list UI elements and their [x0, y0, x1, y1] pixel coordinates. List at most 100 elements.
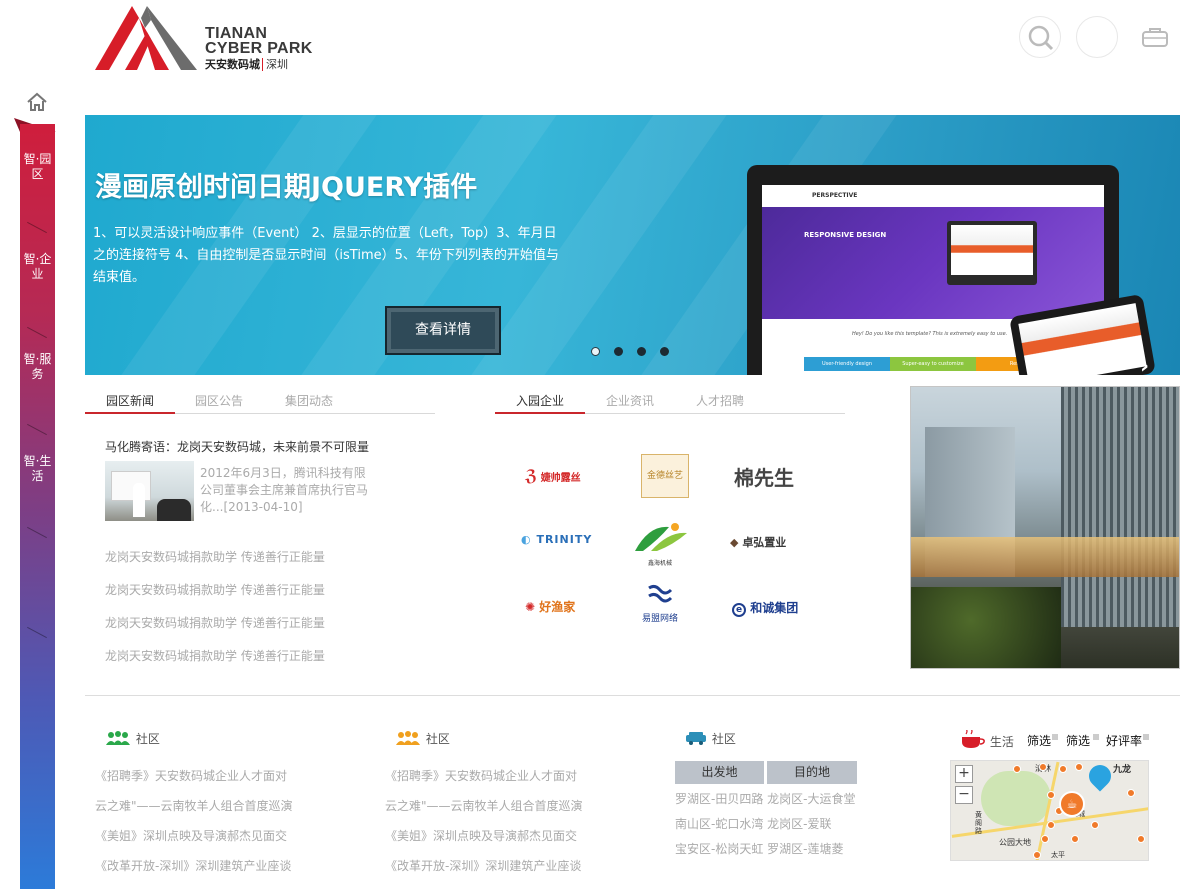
- tab-enterprises[interactable]: 入园企业: [516, 392, 564, 409]
- enterprise-logo[interactable]: ✺ 好渔家: [525, 598, 575, 615]
- banner-description: 1、可以灵活设计响应事件（Event） 2、层显示的位置（Left，Top）3、…: [93, 226, 559, 285]
- brand-name-line1: TIANAN: [205, 25, 268, 42]
- filter-dropdown-icon[interactable]: [1093, 734, 1099, 740]
- active-tab-indicator: [495, 412, 585, 414]
- restaurant-map-marker[interactable]: ☕: [1059, 791, 1085, 817]
- community-link[interactable]: 《改革开放-深圳》深圳建筑产业座谈: [385, 857, 581, 874]
- enterprise-logo[interactable]: ℨ 婕帅露丝: [525, 466, 581, 485]
- slide-dot-1[interactable]: [591, 347, 600, 356]
- enterprise-logo[interactable]: e 和诚集团: [732, 599, 799, 617]
- community-link[interactable]: 《招聘季》天安数码城企业人才面对: [95, 767, 287, 784]
- map-pin[interactable]: [1013, 765, 1021, 773]
- tab-park-news[interactable]: 园区新闻: [106, 392, 154, 409]
- community-link[interactable]: 《美姐》深圳点映及导演郝杰见面交: [385, 827, 577, 844]
- sidebar-item-park[interactable]: 智·园区: [20, 152, 55, 182]
- mockup-headline: RESPONSIVE DESIGN: [804, 231, 887, 239]
- route-link[interactable]: 罗湖区-田贝四路 龙岗区-大运食堂: [675, 790, 855, 807]
- brand-name-line2: CYBER PARK: [205, 40, 313, 57]
- map-label: 公园大地: [999, 838, 1031, 847]
- filter-dropdown-icon[interactable]: [1052, 734, 1058, 740]
- map-zoom-in[interactable]: +: [955, 765, 973, 783]
- sidebar-item-service[interactable]: 智·服务: [20, 352, 55, 382]
- map-zoom-out[interactable]: −: [955, 786, 973, 804]
- brand-cn-text: 天安数码城: [205, 58, 260, 71]
- enterprise-tabbar: 入园企业 企业资讯 人才招聘: [495, 388, 845, 414]
- community-heading-1: 社区: [104, 730, 160, 747]
- community-link[interactable]: 云之难"——云南牧羊人组合首度巡演: [385, 797, 583, 814]
- location-map[interactable]: + − 清林 公园大地 黄阁路 龙城 太平 九龙 ☕: [950, 760, 1149, 861]
- map-pin[interactable]: [1075, 763, 1083, 771]
- enterprise-logo[interactable]: 鑫海机械: [629, 521, 691, 567]
- life-heading: 生活: [960, 728, 1014, 750]
- slide-dot-2[interactable]: [614, 347, 623, 356]
- filter-select-rating[interactable]: 好评率: [1106, 732, 1143, 749]
- community-link[interactable]: 《招聘季》天安数码城企业人才面对: [385, 767, 577, 784]
- mockup-inner-screen: [951, 225, 1033, 275]
- news-link-2[interactable]: 龙岗天安数码城捐款助学 传递善行正能量: [105, 581, 325, 598]
- map-pin[interactable]: [1033, 851, 1041, 859]
- enterprise-logo[interactable]: 易盟网络: [638, 582, 682, 624]
- route-link[interactable]: 南山区-蛇口水湾 龙岗区-爱联: [675, 815, 831, 832]
- route-link[interactable]: 宝安区-松岗天虹 罗湖区-莲塘菱: [675, 840, 843, 857]
- community-link[interactable]: 云之难"——云南牧羊人组合首度巡演: [95, 797, 293, 814]
- news-thumbnail[interactable]: [105, 461, 194, 521]
- sidebar-item-enterprise[interactable]: 智·企业: [20, 252, 55, 282]
- tianan-logo-mark[interactable]: [95, 6, 197, 72]
- map-pin[interactable]: [1071, 835, 1079, 843]
- map-pin[interactable]: [1039, 763, 1047, 771]
- location-marker-icon[interactable]: [1084, 761, 1116, 792]
- news-link-1[interactable]: 龙岗天安数码城捐款助学 传递善行正能量: [105, 548, 325, 565]
- news-link-3[interactable]: 龙岗天安数码城捐款助学 传递善行正能量: [105, 614, 325, 631]
- coffee-cup-icon: [962, 728, 985, 748]
- community-title-1: 社区: [135, 732, 160, 746]
- brand-city: 深圳: [262, 58, 288, 71]
- sidebar-divider: [27, 526, 47, 539]
- search-button[interactable]: [1019, 16, 1061, 58]
- community-link[interactable]: 《改革开放-深圳》深圳建筑产业座谈: [95, 857, 291, 874]
- tab-recruitment[interactable]: 人才招聘: [696, 392, 744, 409]
- enterprise-logo[interactable]: 棉先生: [734, 462, 794, 491]
- car-icon: [686, 732, 706, 745]
- map-pin[interactable]: [1047, 791, 1055, 799]
- map-pin[interactable]: [1041, 835, 1049, 843]
- map-pin[interactable]: [1127, 789, 1135, 797]
- enterprise-logo-name: 和诚集团: [750, 601, 799, 615]
- filter-select-2[interactable]: 筛选: [1066, 732, 1091, 749]
- filter-select-1[interactable]: 筛选: [1027, 732, 1052, 749]
- people-icon: [396, 731, 420, 745]
- enterprise-logo[interactable]: ◐ TRINITY: [521, 533, 592, 546]
- view-details-button[interactable]: 查看详情: [385, 306, 501, 355]
- map-pin[interactable]: [1047, 821, 1055, 829]
- news-headline[interactable]: 马化腾寄语：龙岗天安数码城，未来前景不可限量: [105, 438, 369, 455]
- news-link-4[interactable]: 龙岗天安数码城捐款助学 传递善行正能量: [105, 647, 325, 664]
- enterprise-logo[interactable]: 金德丝艺: [641, 454, 689, 498]
- sidebar-divider: [27, 626, 47, 639]
- map-label: 九龙: [1113, 765, 1132, 775]
- map-pin[interactable]: [1091, 821, 1099, 829]
- tab-group-news[interactable]: 集团动态: [285, 392, 333, 409]
- cart-button[interactable]: [1141, 26, 1169, 52]
- map-pin[interactable]: [1137, 835, 1145, 843]
- community-title-2: 社区: [425, 732, 450, 746]
- map-label: 太平: [1051, 851, 1065, 859]
- mockup-inner-monitor: [947, 221, 1037, 285]
- map-pin[interactable]: [1059, 765, 1067, 773]
- community-link[interactable]: 《美姐》深圳点映及导演郝杰见面交: [95, 827, 287, 844]
- slide-dot-4[interactable]: [660, 347, 669, 356]
- leaf-logo-icon: [635, 523, 687, 551]
- banner-prev-arrow[interactable]: ‹: [1107, 354, 1116, 375]
- news-summary: 2012年6月3日，腾讯科技有限公司董事会主席兼首席执行官马化...[2013-…: [200, 466, 369, 514]
- banner-next-arrow[interactable]: ›: [1140, 354, 1149, 375]
- brand-name-cn: 天安数码城 深圳: [205, 57, 313, 72]
- home-icon[interactable]: [26, 92, 48, 112]
- map-park-area: [981, 771, 1051, 826]
- sidebar-divider: [27, 326, 47, 339]
- slide-dot-3[interactable]: [637, 347, 646, 356]
- building-photo[interactable]: [910, 386, 1180, 669]
- sidebar-item-life[interactable]: 智·生活: [20, 454, 55, 484]
- enterprise-logo[interactable]: ◆ 卓弘置业: [730, 534, 786, 550]
- filter-dropdown-icon[interactable]: [1143, 734, 1149, 740]
- tab-enterprise-news[interactable]: 企业资讯: [606, 392, 654, 409]
- user-button[interactable]: [1076, 16, 1118, 58]
- tab-park-notice[interactable]: 园区公告: [195, 392, 243, 409]
